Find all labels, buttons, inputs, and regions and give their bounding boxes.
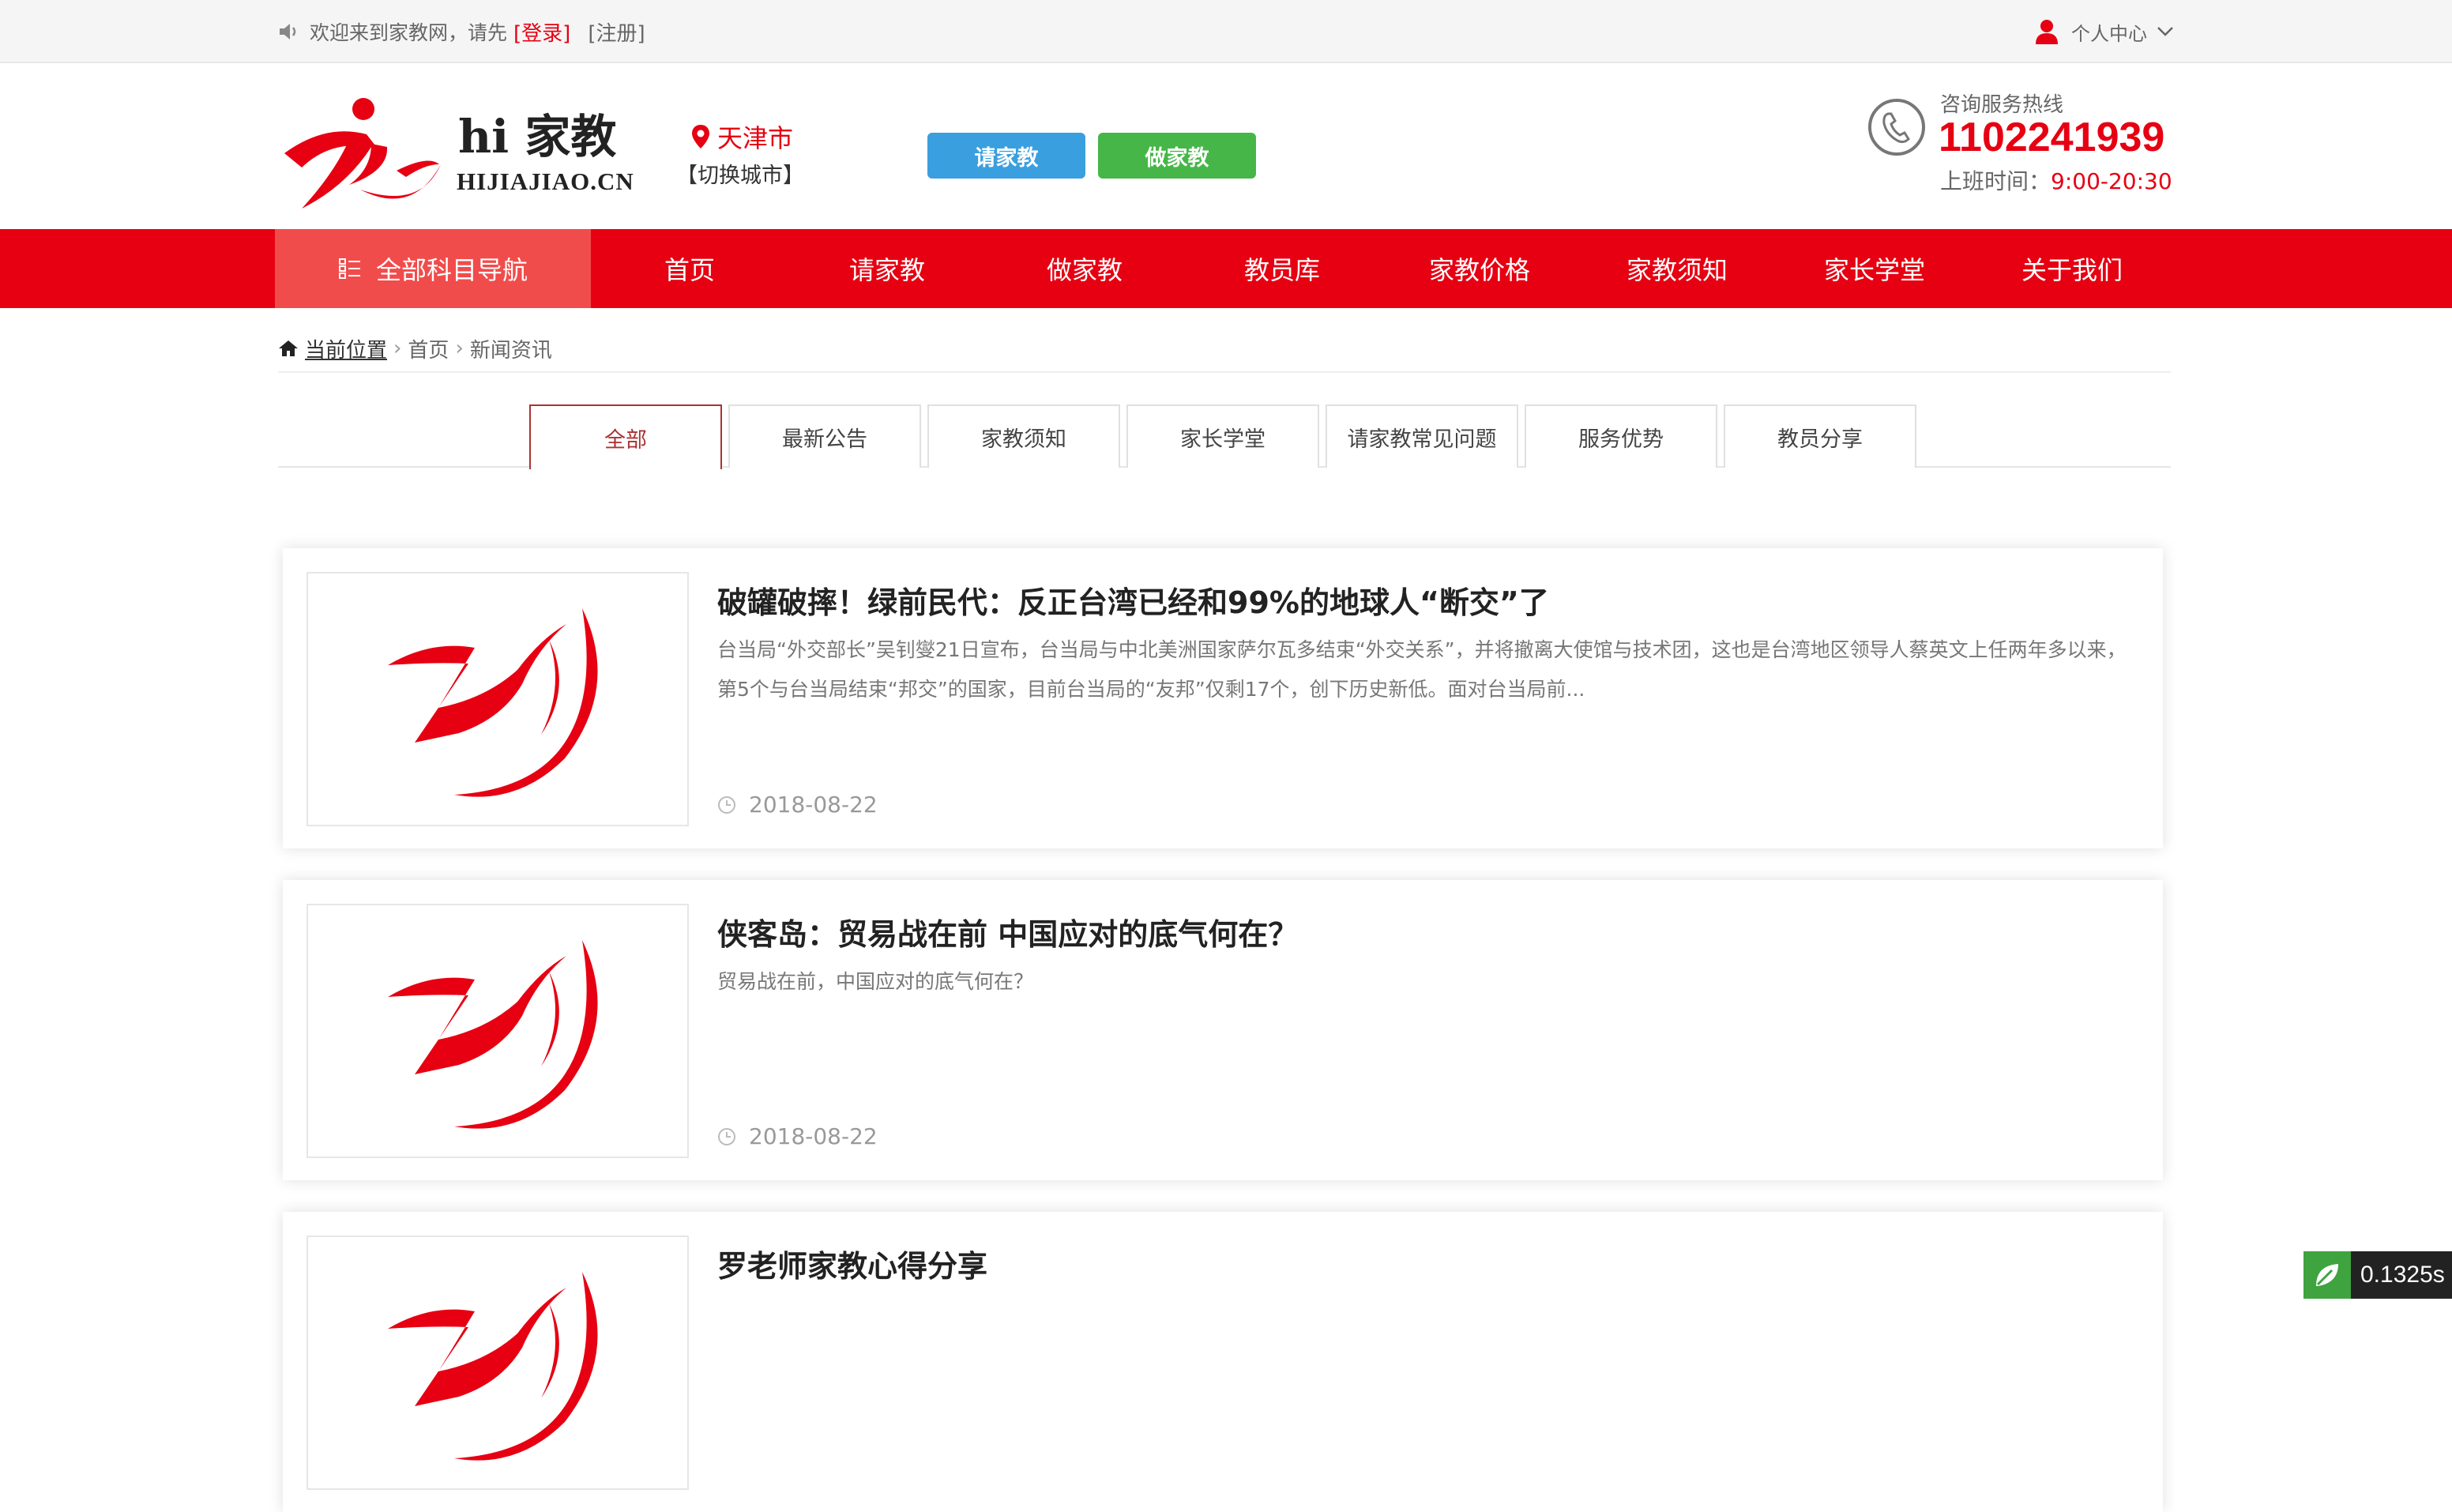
phone-icon [1868, 99, 1925, 156]
welcome-text: 欢迎来到家教网，请先 [310, 21, 508, 44]
nav-item-hire-tutor[interactable]: 请家教 [788, 229, 986, 308]
user-icon [2036, 20, 2058, 44]
user-center-label: 个人中心 [2071, 22, 2147, 45]
breadcrumb-current-label[interactable]: 当前位置 [305, 334, 387, 363]
site-logo[interactable]: hi 家教 HIJIAJIAO.CN [278, 92, 634, 210]
tab-faq[interactable]: 请家教常见问题 [1326, 404, 1518, 468]
news-date-text: 2018-08-22 [749, 1123, 878, 1149]
register-link[interactable]: [注册] [588, 17, 645, 47]
tab-service-advantages[interactable]: 服务优势 [1525, 404, 1717, 468]
tab-all[interactable]: 全部 [529, 404, 722, 469]
main-nav: 全部科目导航 首页 请家教 做家教 教员库 家教价格 家教须知 家长学堂 关于我… [0, 229, 2452, 308]
tab-tutor-sharing[interactable]: 教员分享 [1724, 404, 1916, 468]
nav-item-tutor-library[interactable]: 教员库 [1183, 229, 1381, 308]
nav-item-about[interactable]: 关于我们 [1973, 229, 2171, 308]
breadcrumb-separator: › [393, 337, 402, 360]
breadcrumb-section: 新闻资讯 [469, 338, 552, 363]
nav-item-parent-school[interactable]: 家长学堂 [1776, 229, 1973, 308]
switch-city-link[interactable]: 【切换城市】 [676, 158, 804, 189]
news-date: 2018-08-22 [717, 792, 878, 818]
location-pin-icon [692, 125, 709, 149]
current-city: 天津市 [717, 123, 794, 153]
news-summary: 台当局“外交部长”吴钊燮21日宣布，台当局与中北美洲国家萨尔瓦多结束“外交关系”… [717, 638, 2127, 701]
news-summary: 贸易战在前，中国应对的底气何在？ [717, 970, 1034, 993]
news-title[interactable]: 破罐破摔！绿前民代：反正台湾已经和99%的地球人“断交”了 [717, 578, 1549, 622]
logo-brand-text: hi 家教 [458, 110, 617, 164]
news-category-tabs: 全部 最新公告 家教须知 家长学堂 请家教常见问题 服务优势 教员分享 [278, 404, 2171, 469]
news-title[interactable]: 侠客岛：贸易战在前 中国应对的底气何在？ [717, 910, 1298, 953]
all-subjects-label: 全部科目导航 [375, 255, 528, 285]
news-date-text: 2018-08-22 [749, 792, 878, 818]
news-item[interactable]: 侠客岛：贸易战在前 中国应对的底气何在？ 贸易战在前，中国应对的底气何在？ 20… [283, 880, 2163, 1180]
news-date: 2018-08-22 [717, 1123, 878, 1149]
breadcrumb: 当前位置 › 首页 › 新闻资讯 [278, 325, 2171, 373]
all-subjects-nav[interactable]: 全部科目导航 [275, 229, 591, 308]
hotline-number: 1102241939 [1939, 115, 2165, 160]
tab-tutor-notice[interactable]: 家教须知 [927, 404, 1120, 468]
news-thumbnail[interactable] [306, 572, 689, 826]
news-thumbnail[interactable] [306, 904, 689, 1158]
city-selector[interactable]: 天津市 【切换城市】 [676, 118, 804, 189]
page-timer-badge: 0.1325s [2303, 1251, 2452, 1299]
top-bar: 欢迎来到家教网，请先 [登录] [注册] 个人中心 [0, 0, 2452, 63]
brand-logo-icon [388, 1272, 598, 1461]
brand-logo-icon [388, 940, 598, 1129]
nav-item-home[interactable]: 首页 [591, 229, 788, 308]
breadcrumb-separator: › [455, 337, 464, 360]
clock-icon [718, 1127, 735, 1145]
breadcrumb-home[interactable]: 首页 [408, 334, 449, 363]
chevron-down-icon [2157, 27, 2173, 36]
working-hours: 上班时间：9:00-20:30 [1940, 168, 2172, 194]
leaf-icon [2303, 1251, 2351, 1299]
news-item[interactable]: 破罐破摔！绿前民代：反正台湾已经和99%的地球人“断交”了 台当局“外交部长”吴… [283, 548, 2163, 848]
nav-item-notice[interactable]: 家教须知 [1578, 229, 1776, 308]
logo-mark-icon [284, 98, 441, 209]
news-thumbnail[interactable] [306, 1236, 689, 1490]
brand-logo-icon [388, 608, 598, 797]
clock-icon [718, 795, 735, 814]
logo-domain-text: HIJIAJIAO.CN [457, 167, 634, 195]
tab-parent-school[interactable]: 家长学堂 [1126, 404, 1319, 468]
timer-text: 0.1325s [2360, 1262, 2445, 1288]
nav-item-prices[interactable]: 家教价格 [1381, 229, 1578, 308]
login-link[interactable]: [登录] [513, 17, 570, 47]
user-center-menu[interactable]: 个人中心 [2035, 16, 2174, 47]
welcome-area: 欢迎来到家教网，请先 [登录] [注册] [278, 16, 645, 47]
news-title[interactable]: 罗老师家教心得分享 [717, 1242, 987, 1285]
hire-tutor-button[interactable]: 请家教 [927, 133, 1085, 179]
tab-announcements[interactable]: 最新公告 [728, 404, 921, 468]
working-hours-value: 9:00-20:30 [2051, 168, 2172, 194]
nav-item-be-tutor[interactable]: 做家教 [986, 229, 1183, 308]
speaker-icon [280, 24, 296, 39]
list-grid-icon [338, 258, 360, 279]
news-item[interactable]: 罗老师家教心得分享 [283, 1212, 2163, 1512]
home-icon [279, 340, 298, 356]
become-tutor-button[interactable]: 做家教 [1098, 133, 1256, 179]
